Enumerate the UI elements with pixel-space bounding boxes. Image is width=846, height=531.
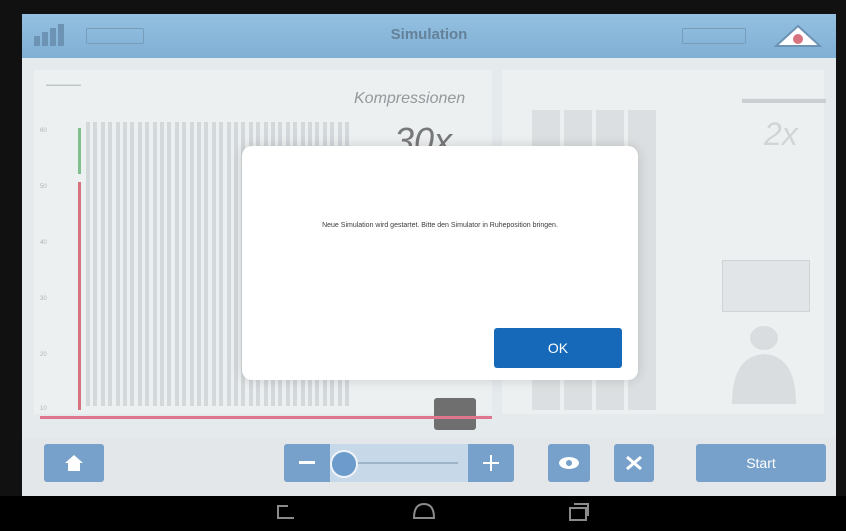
dialog-message: Neue Simulation wird gestartet. Bitte de… xyxy=(322,222,558,229)
recent-apps-icon[interactable] xyxy=(566,502,590,522)
back-icon[interactable] xyxy=(274,502,298,522)
app-window: Simulation ▬▬▬▬▬▬▬ 60 50 40 30 20 10 Kom… xyxy=(22,14,836,496)
home-nav-icon[interactable] xyxy=(412,502,436,522)
android-nav-bar xyxy=(0,496,846,531)
info-dialog: Neue Simulation wird gestartet. Bitte de… xyxy=(242,146,638,380)
device-screen: Simulation ▬▬▬▬▬▬▬ 60 50 40 30 20 10 Kom… xyxy=(0,0,846,531)
ok-button[interactable]: OK xyxy=(494,328,622,368)
